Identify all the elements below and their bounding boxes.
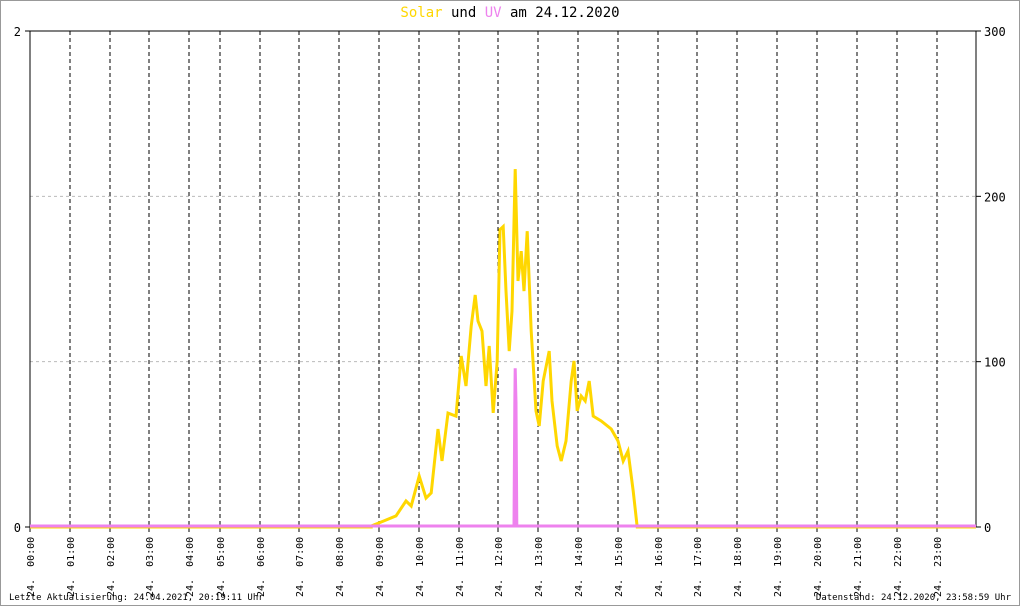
x-tick-label: 24. 10:00 (415, 537, 426, 597)
right-tick-label: 200 (984, 190, 1006, 204)
x-tick-label: 24. 09:00 (375, 537, 386, 597)
x-tick-label: 24. 01:00 (66, 537, 77, 597)
chart-window: Solar und UV am 24.12.2020 0 100 200 300 0 2 2… (0, 0, 1020, 606)
x-tick-label: 24. 20:00 (813, 537, 824, 597)
x-tick-label: 24. 06:00 (256, 537, 267, 597)
left-tick-label: 2 (14, 25, 21, 39)
x-tick-label: 24. 07:00 (295, 537, 306, 597)
x-tick-label: 24. 13:00 (534, 537, 545, 597)
right-tick-label: 300 (984, 25, 1006, 39)
uv-line (30, 368, 976, 528)
left-tick-label: 0 (14, 521, 21, 535)
x-tick-label: 24. 03:00 (145, 537, 156, 597)
x-tick-label: 24. 12:00 (494, 537, 505, 597)
x-tick-label: 24. 08:00 (335, 537, 346, 597)
x-tick-label: 24. 11:00 (455, 537, 466, 597)
solar-line (30, 169, 976, 529)
x-tick-label: 24. 22:00 (893, 537, 904, 597)
footer-last-update: Letzte Aktualisierung: 24.04.2021, 20:19… (9, 593, 264, 603)
x-tick-label: 24. 04:00 (185, 537, 196, 597)
x-tick-label: 24. 15:00 (614, 537, 625, 597)
x-tick-label: 24. 21:00 (853, 537, 864, 597)
right-tick-label: 100 (984, 356, 1006, 370)
x-tick-label: 24. 16:00 (654, 537, 665, 597)
x-tick-label: 24. 14:00 (574, 537, 585, 597)
plot-frame (29, 30, 977, 528)
x-tick-label: 24. 18:00 (733, 537, 744, 597)
x-tick-label: 24. 19:00 (773, 537, 784, 597)
footer-data-state: Datenstand: 24.12.2020, 23:58:59 Uhr (815, 593, 1011, 603)
right-tick-label: 0 (984, 521, 991, 535)
x-tick-label: 24. 17:00 (693, 537, 704, 597)
x-tick-label: 24. 05:00 (216, 537, 227, 597)
x-tick-label: 24. 00:00 (26, 537, 37, 597)
x-tick-label: 24. 23:00 (933, 537, 944, 597)
x-tick-label: 24. 02:00 (106, 537, 117, 597)
chart-svg: 0 100 200 300 0 2 24. 00:00 24. 01:00 24. 02:00 2… (14, 25, 1006, 597)
